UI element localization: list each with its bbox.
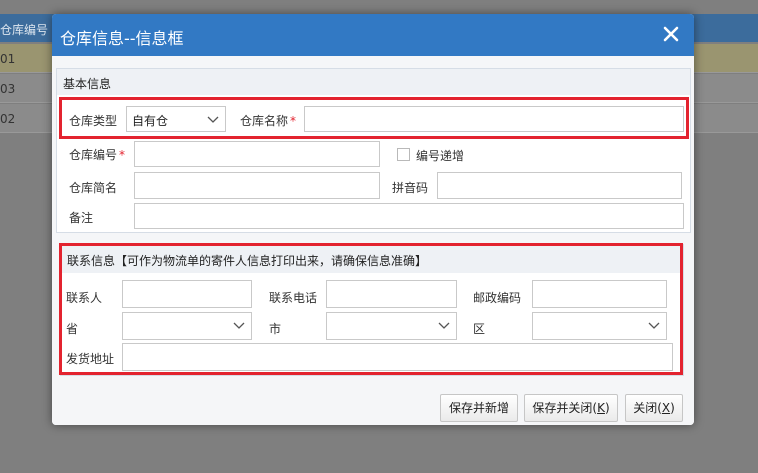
pinyin-input[interactable] [437,172,682,199]
dialog-titlebar[interactable]: 仓库信息--信息框 [52,14,694,56]
warehouse-type-select[interactable]: 自有仓 [126,106,226,132]
short-name-input[interactable] [134,172,380,199]
auto-increment-checkbox[interactable] [397,148,410,161]
section-header: 基本信息 [57,69,690,95]
name-label: 仓库名称 * [240,112,296,129]
auto-increment-label: 编号递增 [416,149,465,163]
button-label: 保存并关闭 [532,401,593,415]
required-mark: * [290,114,297,128]
name-label-text: 仓库名称 [240,114,289,128]
code-label-text: 仓库编号 [69,148,118,162]
row-cell: 03 [0,82,16,96]
dialog-body: 基本信息 仓库类型 自有仓 仓库名称 * 仓库编号 * 编号递增 仓库简名 拼音码 … [52,56,694,425]
warehouse-name-input[interactable] [304,106,684,132]
shortcut-key: K [597,401,605,415]
note-label: 备注 [69,211,94,225]
close-button[interactable]: 关闭(X) [625,394,683,422]
section-title: 基本信息 [63,77,112,91]
warehouse-code-input[interactable] [134,141,380,167]
save-and-new-button[interactable]: 保存并新增 [440,394,518,422]
save-and-close-button[interactable]: 保存并关闭(K) [524,394,618,422]
code-label: 仓库编号 * [69,146,125,163]
required-mark: * [119,148,126,162]
warehouse-dialog: 仓库信息--信息框 基本信息 仓库类型 自有仓 仓库名称 * 仓库编号 * 编号递 [52,14,694,425]
row-cell: 01 [0,52,16,66]
note-input[interactable] [134,203,684,229]
type-label: 仓库类型 [69,114,118,128]
row-cell: 02 [0,112,16,126]
shortcut-key: X [661,401,671,415]
short-name-label: 仓库简名 [69,181,118,195]
basic-info-section: 基本信息 仓库类型 自有仓 仓库名称 * 仓库编号 * 编号递增 仓库简名 拼音码 … [56,68,691,233]
select-value: 自有仓 [132,114,169,128]
grid-header-label: 仓库编号 [0,23,49,37]
close-icon[interactable] [660,23,682,45]
pinyin-label: 拼音码 [392,181,429,195]
chevron-down-icon [207,116,219,123]
highlight-box [59,243,683,375]
dialog-title: 仓库信息--信息框 [60,29,184,48]
button-label: 关闭 [633,401,658,415]
